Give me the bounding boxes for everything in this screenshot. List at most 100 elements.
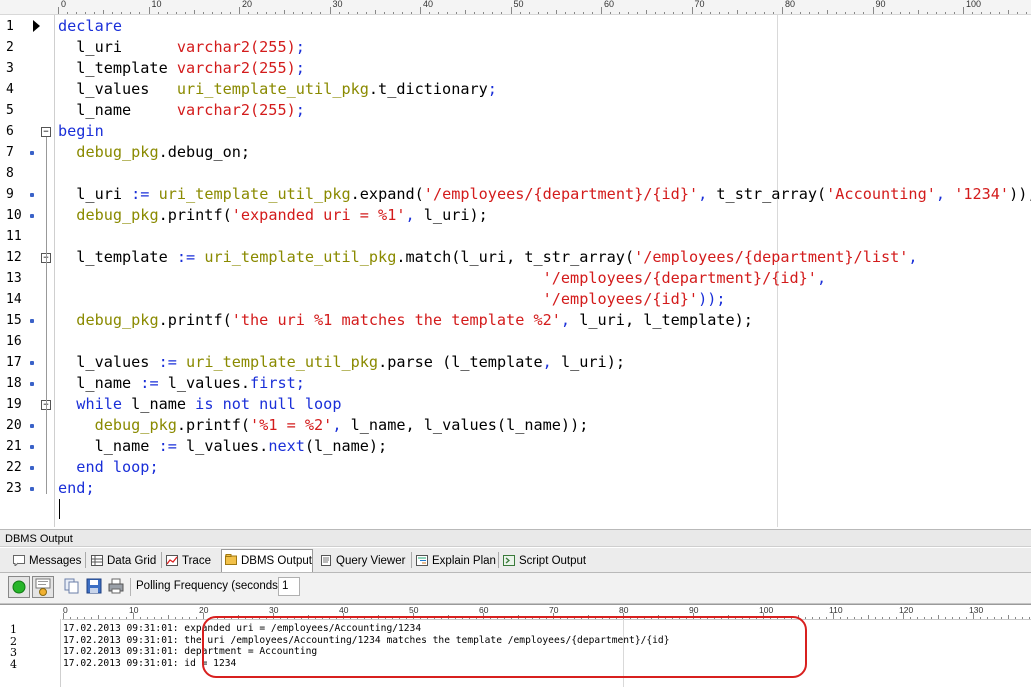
polling-frequency-input[interactable]: 1 [278, 577, 300, 596]
code-token: 'the uri %1 matches the template %2' [231, 311, 561, 329]
tab-label: DBMS Output [241, 555, 312, 567]
ruler-tick [827, 10, 829, 14]
code-line[interactable]: debug_pkg.printf('expanded uri = %1', l_… [58, 205, 488, 226]
code-line[interactable]: debug_pkg.debug_on; [58, 142, 250, 163]
code-token: t_str_array( [707, 185, 827, 203]
code-line[interactable]: l_uri := uri_template_util_pkg.expand('/… [58, 184, 1031, 205]
output-ruler-number: 70 [549, 607, 559, 615]
code-token: := [158, 353, 177, 371]
code-line[interactable]: end loop; [58, 457, 158, 478]
output-ruler-number: 110 [829, 607, 843, 615]
code-line[interactable]: '/employees/{id}')); [58, 289, 726, 310]
code-token: , [816, 269, 827, 287]
code-line[interactable]: l_template varchar2(255); [58, 58, 305, 79]
ruler-tick [519, 12, 521, 14]
tab-dbms-output[interactable]: DBMS Output [221, 549, 313, 572]
ruler-number: 90 [875, 0, 886, 9]
ruler-number: 60 [604, 0, 615, 9]
ruler-tick [184, 12, 186, 14]
ruler-tick [845, 12, 847, 14]
tab-explain-plan[interactable]: Explain Plan [413, 551, 497, 571]
code-line[interactable]: '/employees/{department}/{id}', [58, 268, 826, 289]
tab-messages[interactable]: Messages [10, 551, 84, 571]
code-token: )); [1009, 185, 1031, 203]
code-token: l_uri); [414, 206, 488, 224]
code-token: l_values. [158, 374, 251, 392]
code-token: varchar2(255) [176, 101, 296, 119]
code-line[interactable]: while l_name is not null loop [58, 394, 341, 415]
code-line[interactable]: begin [58, 121, 104, 142]
ruler-tick [908, 12, 910, 14]
ruler-tick [573, 12, 575, 14]
code-line[interactable]: l_name := l_values.next(l_name); [58, 436, 388, 457]
ruler-tick [1026, 12, 1028, 14]
tab-query-viewer[interactable]: Query Viewer [317, 551, 410, 571]
tab-data-grid[interactable]: Data Grid [88, 551, 160, 571]
tab-trace[interactable]: Trace [163, 551, 218, 571]
ruler-tick [229, 12, 231, 14]
ruler-tick [772, 12, 774, 14]
ruler-tick [791, 12, 793, 14]
code-area[interactable]: declare l_uri varchar2(255); l_template … [0, 15, 1031, 527]
ruler-tick [709, 12, 711, 14]
ruler-number: 100 [966, 0, 982, 9]
save-button[interactable] [84, 576, 106, 598]
ruler-tick [664, 12, 666, 14]
code-line[interactable]: end; [58, 478, 95, 499]
code-token: .parse (l_template [378, 353, 543, 371]
print-button[interactable] [106, 576, 128, 598]
copy-button[interactable] [62, 576, 84, 598]
ruler-tick [392, 12, 394, 14]
ruler-tick [383, 12, 385, 14]
ruler-tick [682, 12, 684, 14]
ruler-tick [809, 12, 811, 14]
code-line[interactable]: l_uri varchar2(255); [58, 37, 305, 58]
ruler-number: 10 [151, 0, 162, 9]
ruler-tick [972, 12, 974, 14]
code-line[interactable]: declare [58, 16, 122, 37]
ruler-tick [673, 12, 675, 14]
code-token: varchar2(255) [176, 38, 296, 56]
ruler-tick [800, 12, 802, 14]
code-token: ; [295, 38, 305, 56]
code-line[interactable]: l_template := uri_template_util_pkg.matc… [58, 247, 918, 268]
ruler-tick [528, 12, 530, 14]
code-token: '/employees/{department}/{id}' [542, 269, 817, 287]
ruler-number: 30 [332, 0, 343, 9]
sql-editor[interactable]: 123456−789101112−13141516171819−20212223… [0, 15, 1031, 527]
ruler-tick [239, 7, 240, 14]
code-token: l_name [122, 395, 196, 413]
ruler-tick [537, 12, 539, 14]
ruler-number: 0 [61, 0, 67, 9]
ruler-tick [429, 12, 431, 14]
code-token: 'expanded uri = %1' [231, 206, 406, 224]
code-token: , [935, 185, 946, 203]
ruler-tick [754, 12, 756, 14]
tab-script-output[interactable]: Script Output [500, 551, 592, 571]
enable-output-button[interactable] [8, 576, 30, 598]
code-line[interactable]: l_name varchar2(255); [58, 100, 305, 121]
code-token: , [908, 248, 918, 266]
code-line[interactable]: debug_pkg.printf('the uri %1 matches the… [58, 310, 753, 331]
tab-separator [498, 552, 499, 568]
ruler-tick [483, 12, 485, 14]
toolbar-separator [130, 578, 131, 596]
ruler-tick [510, 7, 512, 14]
code-line[interactable]: l_name := l_values.first; [58, 373, 305, 394]
code-token: ; [487, 80, 497, 98]
code-line[interactable]: debug_pkg.printf('%1 = %2', l_name, l_va… [58, 415, 589, 436]
ruler-tick [248, 12, 250, 14]
printer-icon [108, 578, 124, 594]
code-line[interactable]: l_values uri_template_util_pkg.t_diction… [58, 79, 497, 100]
copy-icon [64, 578, 79, 594]
code-line[interactable]: l_values := uri_template_util_pkg.parse … [58, 352, 625, 373]
ruler-tick [166, 12, 168, 14]
dbms-output-settings-button[interactable] [32, 576, 54, 598]
ruler-tick [365, 12, 367, 14]
ruler-tick [899, 12, 901, 14]
ruler-tick [302, 12, 304, 14]
code-token: := [158, 437, 177, 455]
